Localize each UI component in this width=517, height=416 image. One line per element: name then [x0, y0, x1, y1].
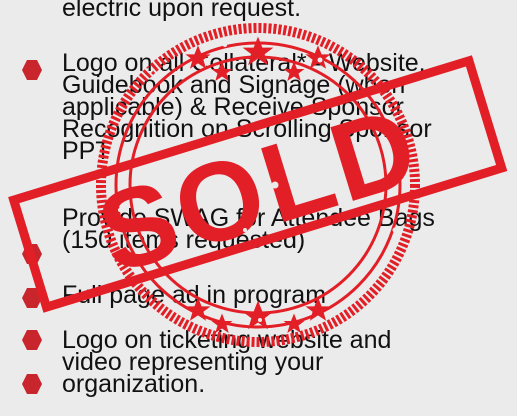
star-icon: [211, 313, 233, 333]
stamp-text: SOLD: [85, 82, 434, 297]
sold-stamp: SOLD: [8, 23, 508, 347]
star-icon: [283, 313, 305, 333]
star-icon: [242, 36, 274, 66]
star-icon: [242, 300, 274, 330]
star-icon: [305, 45, 331, 69]
